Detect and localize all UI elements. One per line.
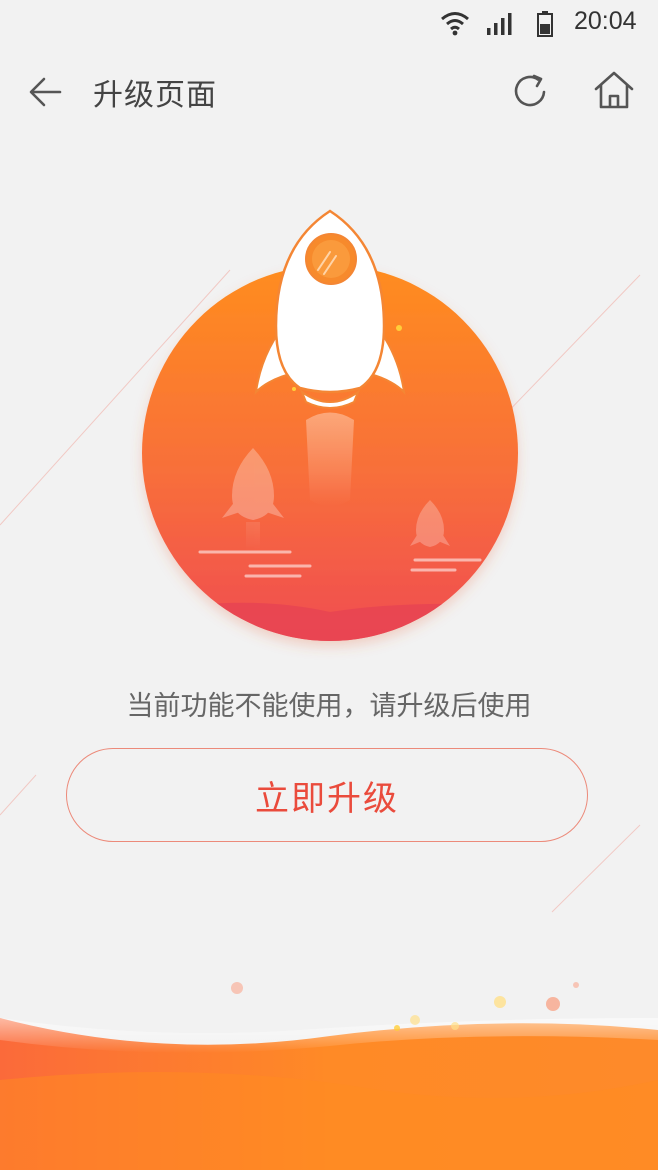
nav-bar: 升级页面 bbox=[0, 48, 658, 134]
home-button[interactable] bbox=[592, 68, 636, 112]
back-button[interactable] bbox=[26, 72, 66, 112]
home-icon bbox=[594, 71, 634, 109]
upgrade-now-button[interactable]: 立即升级 bbox=[66, 748, 588, 842]
status-bar: 20:04 bbox=[0, 0, 658, 48]
rocket-launch-illustration bbox=[142, 209, 518, 641]
back-arrow-icon bbox=[29, 77, 62, 107]
wifi-icon bbox=[441, 12, 469, 36]
status-time: 20:04 bbox=[574, 7, 637, 35]
upgrade-required-message: 当前功能不能使用，请升级后使用 bbox=[126, 691, 532, 722]
battery-icon bbox=[537, 11, 553, 37]
page-title: 升级页面 bbox=[93, 78, 217, 113]
signal-icon bbox=[487, 13, 512, 35]
refresh-icon bbox=[514, 74, 546, 107]
refresh-button[interactable] bbox=[510, 70, 552, 112]
bottom-wave-decoration bbox=[0, 982, 658, 1170]
